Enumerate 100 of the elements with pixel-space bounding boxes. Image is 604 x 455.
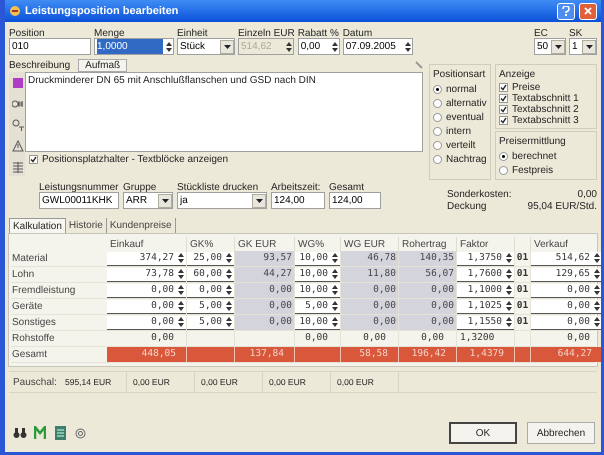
spin-field[interactable]: 0,00 <box>531 284 601 298</box>
spin-field[interactable]: 5,00 <box>295 300 340 314</box>
input-field[interactable]: 124,00 <box>329 192 381 209</box>
input-field[interactable]: Stück <box>177 38 235 55</box>
spin-field[interactable]: 0,00 <box>107 300 186 314</box>
spin-arrows-icon[interactable] <box>593 300 601 312</box>
spin-field[interactable]: 1,1550 <box>457 316 514 330</box>
spin-field[interactable]: 25,00 <box>187 252 234 266</box>
spin-field[interactable]: 1,1025 <box>457 300 514 314</box>
checkbox[interactable] <box>499 105 508 114</box>
spin-field[interactable]: 5,00 <box>187 300 234 314</box>
checkbox-label: Positionsplatzhalter - Textblöcke anzeigen <box>42 153 228 167</box>
spin-field[interactable]: 0,00 <box>107 284 186 298</box>
row-label: Fremdleistung <box>11 284 76 298</box>
close-button[interactable] <box>579 2 597 20</box>
description-field[interactable]: Druckminderer DN 65 mit Anschlußflanschen und GSD nach DIN <box>25 72 423 152</box>
checkbox[interactable] <box>499 116 508 125</box>
input-field[interactable]: 1 <box>569 38 597 55</box>
spin-field[interactable]: 73,78 <box>107 268 186 282</box>
spin-field[interactable]: 374,27 <box>107 252 186 266</box>
radio-button[interactable] <box>499 166 508 174</box>
radio-label: alternativ <box>446 96 487 110</box>
spin-arrows-icon[interactable] <box>177 268 185 280</box>
spin-field[interactable]: 514,62 <box>531 252 601 266</box>
spin-field[interactable]: 10,00 <box>295 252 340 266</box>
spin-arrows-icon[interactable] <box>505 252 513 264</box>
radio-button[interactable] <box>433 154 442 164</box>
checkbox[interactable] <box>499 83 508 92</box>
spin-field[interactable]: 5,00 <box>187 316 234 330</box>
spin-field[interactable]: 60,00 <box>187 268 234 282</box>
spin-field[interactable]: 0,00 <box>187 284 234 298</box>
aufmass-button[interactable]: Aufmaß <box>78 58 128 72</box>
spin-field[interactable]: 10,00 <box>295 316 340 330</box>
tab[interactable]: Kalkulation <box>9 218 66 233</box>
column-header: Faktor <box>460 238 488 252</box>
spin-arrows-icon[interactable] <box>177 284 185 296</box>
spin-field[interactable]: 0,00 <box>531 316 601 330</box>
radio-button[interactable] <box>433 126 442 136</box>
radio-button[interactable] <box>433 84 442 94</box>
spin-arrows-icon[interactable] <box>225 252 233 264</box>
input-field[interactable]: ja <box>177 192 267 209</box>
spin-arrows-icon[interactable] <box>331 316 339 328</box>
checkbox-label: Textabschnitt 1 <box>512 92 579 104</box>
spin-arrows-icon[interactable] <box>593 284 601 296</box>
radio-button[interactable] <box>433 112 442 122</box>
input-field[interactable]: 1,0000 <box>94 38 174 55</box>
radio-label: berechnet <box>512 150 556 164</box>
radio-button[interactable] <box>499 152 508 160</box>
help-button[interactable] <box>557 2 575 20</box>
spin-field[interactable]: 0,00 <box>531 300 601 314</box>
spin-field[interactable]: 129,65 <box>531 268 601 282</box>
spin-arrows-icon[interactable] <box>593 316 601 328</box>
spin-arrows-icon[interactable] <box>225 316 233 328</box>
checkbox[interactable] <box>499 94 508 103</box>
spin-arrows-icon[interactable] <box>505 268 513 280</box>
spin-arrows-icon[interactable] <box>331 252 339 264</box>
field-label: Leistungsnummer <box>39 181 119 191</box>
input-field[interactable]: 50 <box>534 38 566 55</box>
input-field[interactable]: GWL00011KHK <box>39 192 119 209</box>
spin-field[interactable]: 1,1000 <box>457 284 514 298</box>
spin-arrows-icon[interactable] <box>165 40 173 52</box>
radio-button[interactable] <box>433 98 442 108</box>
spin-arrows-icon[interactable] <box>225 300 233 312</box>
checkbox[interactable] <box>29 155 38 164</box>
spin-arrows-icon[interactable] <box>331 268 339 280</box>
spin-arrows-icon[interactable] <box>404 40 412 52</box>
spin-arrows-icon[interactable] <box>330 40 339 52</box>
spin-arrows-icon[interactable] <box>177 252 185 264</box>
spin-field[interactable]: 10,00 <box>295 284 340 298</box>
spin-arrows-icon[interactable] <box>505 316 513 328</box>
column-header: GK% <box>190 238 214 252</box>
input-field[interactable]: 07.09.2005 <box>342 38 413 55</box>
spin-field[interactable]: 0,00 <box>107 316 186 330</box>
radio-button[interactable] <box>433 140 442 150</box>
cancel-button[interactable]: Abbrechen <box>527 422 595 444</box>
table-cell: 1,3200 <box>457 331 515 346</box>
input-field[interactable]: ARR <box>123 192 173 209</box>
total-cell: 644,27 <box>531 347 601 362</box>
input-field[interactable]: 124,00 <box>271 192 325 209</box>
input-field[interactable]: 010 <box>9 38 91 55</box>
spin-arrows-icon[interactable] <box>505 284 513 296</box>
row-label: Material <box>11 252 49 266</box>
spin-arrows-icon[interactable] <box>593 268 601 280</box>
spin-arrows-icon[interactable] <box>505 300 513 312</box>
field-label: Gesamt <box>329 181 366 191</box>
spin-field[interactable]: 1,3750 <box>457 252 514 266</box>
spin-field[interactable]: 1,7600 <box>457 268 514 282</box>
row-label: Sonstiges <box>11 316 57 330</box>
spin-arrows-icon[interactable] <box>593 252 601 264</box>
spin-arrows-icon[interactable] <box>177 300 185 312</box>
ok-button[interactable]: OK <box>449 422 517 444</box>
spin-arrows-icon[interactable] <box>225 284 233 296</box>
spin-arrows-icon[interactable] <box>225 268 233 280</box>
table-cell: 140,35 <box>399 251 457 266</box>
input-field[interactable]: 0,00 <box>298 38 340 55</box>
spin-arrows-icon[interactable] <box>331 284 339 296</box>
pauschal-value: 0,00 EUR <box>263 372 331 392</box>
spin-field[interactable]: 10,00 <box>295 268 340 282</box>
spin-arrows-icon[interactable] <box>177 316 185 328</box>
spin-arrows-icon[interactable] <box>331 300 339 312</box>
